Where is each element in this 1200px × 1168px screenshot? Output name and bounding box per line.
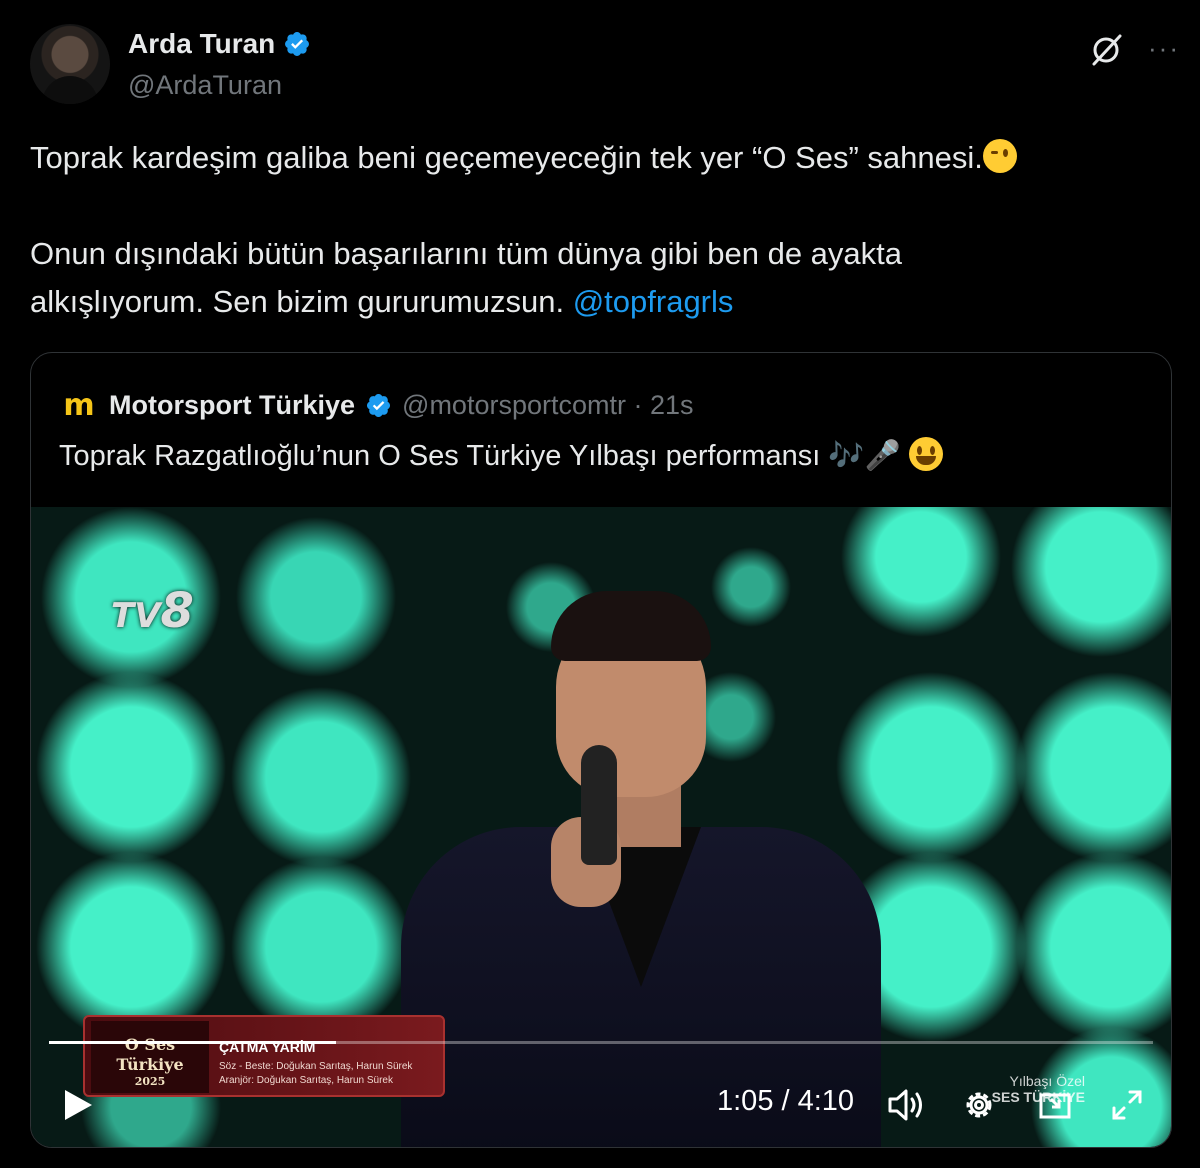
tweet-line-1-text: Toprak kardeşim galiba beni geçemeyeceği… <box>30 140 983 175</box>
tweet-header: Arda Turan @ArdaTuran ··· <box>30 24 1180 108</box>
mention-link[interactable]: @topfragrls <box>573 284 734 319</box>
volume-icon[interactable] <box>887 1087 927 1123</box>
song-credit-arranger: Aranjör: Doğukan Sarıtaş, Harun Sürek <box>219 1075 393 1086</box>
video-time: 1:05 / 4:10 <box>717 1085 855 1117</box>
quoted-tweet-text: Toprak Razgatlıoğlu’nun O Ses Türkiye Yı… <box>59 437 943 473</box>
channel-logo: TV8 <box>111 583 194 639</box>
author-avatar[interactable] <box>30 24 110 104</box>
quoted-tweet-header: m Motorsport Türkiye @motorsportcomtr · … <box>59 385 694 425</box>
show-logo: O Ses Türkiye 2025 <box>91 1021 209 1093</box>
author-name[interactable]: Arda Turan <box>128 28 275 60</box>
tweet-line-1: Toprak kardeşim galiba beni geçemeyeceği… <box>30 134 1170 182</box>
video-player[interactable]: TV8 O Ses Türkiye 2025 ÇATMA YARİM Söz -… <box>31 507 1171 1147</box>
tweet-text: Toprak kardeşim galiba beni geçemeyeceği… <box>30 134 1170 326</box>
gear-icon[interactable] <box>961 1087 997 1123</box>
fullscreen-icon[interactable] <box>1111 1089 1143 1121</box>
verified-badge-icon <box>367 393 391 417</box>
wink-emoji-icon <box>982 139 1017 173</box>
microphone <box>581 745 617 865</box>
author-name-row: Arda Turan <box>128 28 311 60</box>
quoted-tweet[interactable]: m Motorsport Türkiye @motorsportcomtr · … <box>30 352 1172 1148</box>
quoted-author-handle[interactable]: @motorsportcomtr · 21s <box>402 390 693 421</box>
avatar-shirt <box>42 76 98 104</box>
picture-in-picture-icon[interactable] <box>1037 1087 1073 1123</box>
singer-hair <box>551 591 711 661</box>
show-logo-line-1: O Ses <box>124 1035 176 1054</box>
song-credit-writers: Söz - Beste: Doğukan Sarıtaş, Harun Süre… <box>219 1061 413 1072</box>
more-icon[interactable]: ··· <box>1148 35 1180 61</box>
channel-logo-number: 8 <box>160 583 194 639</box>
video-progress-bar[interactable] <box>49 1041 1153 1044</box>
author-handle[interactable]: @ArdaTuran <box>128 70 282 101</box>
song-lower-third: O Ses Türkiye 2025 ÇATMA YARİM Söz - Bes… <box>83 1015 445 1097</box>
tweet-line-2: Onun dışındaki bütün başarılarını tüm dü… <box>30 236 903 271</box>
quoted-tweet-text-content: Toprak Razgatlıoğlu’nun O Ses Türkiye Yı… <box>59 440 901 472</box>
grinning-emoji-icon <box>908 437 943 471</box>
channel-logo-text: TV <box>111 596 161 636</box>
show-logo-line-3: 2025 <box>134 1075 166 1088</box>
show-logo-line-2: Türkiye <box>116 1055 184 1074</box>
quoted-author-name[interactable]: Motorsport Türkiye <box>109 390 355 421</box>
play-icon[interactable] <box>61 1087 95 1123</box>
tweet-line-3: alkışlıyorum. Sen bizim gururumuzsun. @t… <box>30 278 1170 326</box>
singer-figure <box>401 577 881 1147</box>
verified-badge-icon <box>285 32 310 56</box>
grok-icon[interactable] <box>1088 32 1124 68</box>
tweet-line-3-text: alkışlıyorum. Sen bizim gururumuzsun. <box>30 284 573 319</box>
video-progress-fill <box>49 1041 337 1044</box>
quoted-author-avatar[interactable]: m <box>59 385 99 425</box>
